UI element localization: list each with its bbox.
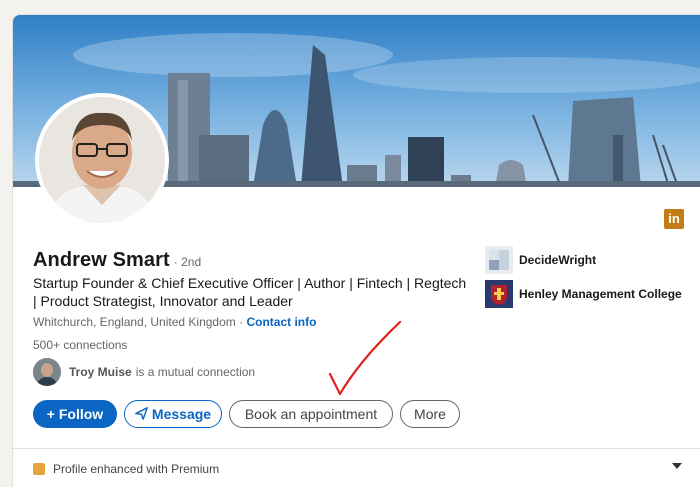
premium-row[interactable]: Profile enhanced with Premium bbox=[33, 462, 219, 476]
premium-icon bbox=[33, 463, 45, 475]
company-name: Henley Management College bbox=[519, 287, 682, 301]
follow-label: + Follow bbox=[46, 406, 104, 422]
connections-count[interactable]: 500+ connections bbox=[33, 338, 127, 352]
connection-degree: · 2nd bbox=[173, 255, 202, 269]
more-button[interactable]: More bbox=[400, 400, 460, 428]
chevron-down-icon[interactable] bbox=[672, 463, 682, 469]
mutual-connection[interactable]: Troy Muise is a mutual connection bbox=[33, 358, 255, 386]
message-button[interactable]: Message bbox=[124, 400, 222, 428]
name-row: Andrew Smart · 2nd bbox=[33, 249, 201, 272]
follow-button[interactable]: + Follow bbox=[33, 400, 117, 428]
profile-card: in Andrew Smart · 2nd Startup Founder & … bbox=[12, 14, 700, 487]
henley-logo-icon bbox=[485, 280, 513, 308]
profile-location: Whitchurch, England, United Kingdom · bbox=[33, 315, 244, 329]
more-label: More bbox=[414, 406, 446, 422]
profile-name: Andrew Smart bbox=[33, 249, 170, 271]
mutual-connection-name: Troy Muise bbox=[69, 365, 132, 379]
profile-photo[interactable] bbox=[35, 93, 169, 227]
linkedin-logo-icon: in bbox=[664, 209, 684, 229]
action-buttons: + Follow Message Book an appointment Mor… bbox=[33, 400, 460, 428]
mutual-avatar bbox=[33, 358, 61, 386]
company-name: DecideWright bbox=[519, 253, 597, 267]
company-henley[interactable]: Henley Management College bbox=[485, 280, 682, 308]
contact-info-link[interactable]: Contact info bbox=[246, 315, 316, 329]
decidewright-logo-icon bbox=[485, 246, 513, 274]
profile-headline: Startup Founder & Chief Executive Office… bbox=[33, 275, 467, 309]
mutual-connection-text: is a mutual connection bbox=[135, 365, 256, 379]
send-icon bbox=[135, 406, 148, 422]
book-appointment-button[interactable]: Book an appointment bbox=[229, 400, 393, 428]
premium-label: Profile enhanced with Premium bbox=[53, 462, 220, 476]
location-row: Whitchurch, England, United Kingdom · Co… bbox=[33, 315, 316, 329]
divider bbox=[13, 448, 700, 449]
message-label: Message bbox=[151, 406, 212, 422]
book-label: Book an appointment bbox=[244, 406, 378, 422]
company-decidewright[interactable]: DecideWright bbox=[485, 246, 596, 274]
